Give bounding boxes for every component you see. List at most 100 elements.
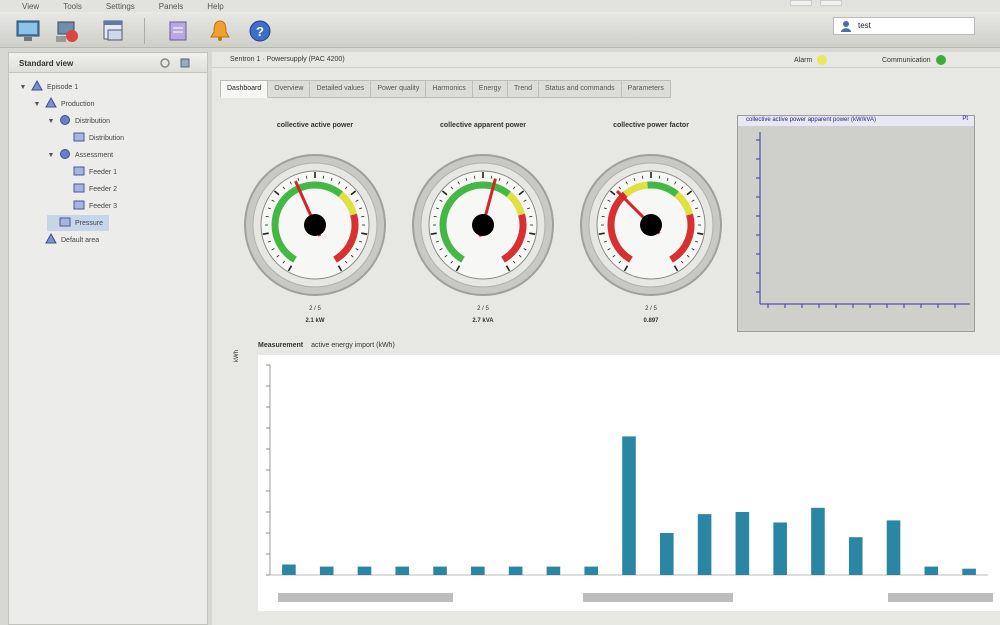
bar-18: [924, 566, 939, 575]
expander-icon[interactable]: ▼: [19, 84, 27, 91]
bar-1: [282, 564, 296, 575]
bar-4: [395, 566, 410, 575]
pc-icon[interactable]: [54, 18, 82, 44]
alarm-bell-icon[interactable]: [206, 18, 234, 44]
timeline-segment: [278, 593, 453, 602]
user-field[interactable]: test: [833, 17, 975, 35]
tab-detailed-values[interactable]: Detailed values: [310, 80, 372, 98]
tab-dashboard[interactable]: Dashboard: [220, 80, 269, 98]
window-icon[interactable]: [100, 18, 128, 44]
tab-trend[interactable]: Trend: [507, 80, 540, 98]
expander-icon[interactable]: ▼: [47, 152, 55, 159]
user-name: test: [858, 21, 871, 30]
monitor-icon[interactable]: [14, 18, 42, 44]
timeline-segment: [888, 593, 993, 602]
sidebar-title: Standard view: [19, 59, 74, 68]
tab-harmonics[interactable]: Harmonics: [426, 80, 473, 98]
bar-11: [659, 533, 674, 575]
site-icon: [45, 96, 57, 111]
window-minimize-button[interactable]: [790, 0, 812, 6]
tree-item[interactable]: ▼ Assessment: [47, 147, 113, 163]
sync-icon[interactable]: [159, 57, 171, 69]
site-icon: [31, 79, 43, 94]
tree-item-label: Episode 1: [47, 83, 79, 91]
device-icon: [73, 182, 85, 196]
site-icon: [45, 232, 57, 247]
gauge-range: 2 / 5: [645, 306, 657, 312]
bar-chart-ylabel: kWh: [234, 350, 240, 362]
tree-item[interactable]: Feeder 1: [61, 164, 117, 180]
tab-parameters[interactable]: Parameters: [621, 80, 671, 98]
bar-14: [773, 522, 787, 575]
tree-item-label: Production: [61, 100, 95, 108]
tree-item[interactable]: Default area: [33, 232, 99, 248]
tree-item[interactable]: ▼ Production: [33, 96, 94, 112]
bar-19: [962, 568, 976, 575]
bar-2: [319, 566, 334, 575]
tab-energy[interactable]: Energy: [472, 80, 508, 98]
tree-settings-icon[interactable]: [179, 57, 191, 69]
tree-item-label: Feeder 3: [89, 202, 118, 210]
menu-item-tools[interactable]: Tools: [63, 2, 82, 11]
gauge-value: 2.1 kW: [305, 318, 325, 324]
alarm-indicator: [817, 55, 828, 65]
trend-chart: collective active power apparent power (…: [737, 115, 975, 332]
device-icon: [59, 216, 71, 230]
tree-item-label: Distribution: [75, 117, 111, 125]
tree-item[interactable]: Feeder 3: [61, 198, 117, 214]
main-panel: Sentron 1 · Powersupply (PAC 4200) Alarm…: [212, 52, 1000, 625]
tab-power-quality[interactable]: Power quality: [371, 80, 427, 98]
device-icon: [73, 199, 85, 213]
trend-title: collective active power apparent power (…: [738, 116, 974, 126]
menu-item-settings[interactable]: Settings: [106, 2, 135, 11]
bar-chart-subtitle: active energy import (kWh): [311, 342, 395, 349]
bar-chart-header: Measurement active energy import (kWh): [258, 342, 395, 349]
toolbar: ? test: [0, 12, 1000, 48]
tree-item-label: Feeder 1: [89, 168, 118, 176]
gauge-title: collective apparent power: [440, 122, 526, 129]
report-icon[interactable]: [164, 18, 192, 44]
help-icon[interactable]: ?: [246, 18, 274, 44]
bar-9: [584, 566, 599, 575]
trend-legend: Pt: [962, 116, 968, 122]
tree-item-label: Pressure: [75, 219, 104, 227]
toolbar-separator: [144, 18, 145, 44]
tab-status-and-commands[interactable]: Status and commands: [539, 80, 622, 98]
tree-item[interactable]: Feeder 2: [61, 181, 117, 197]
window-close-button[interactable]: [820, 0, 842, 6]
tab-overview[interactable]: Overview: [268, 80, 311, 98]
bar-17: [886, 520, 901, 575]
tab-bar: Dashboard Overview Detailed values Power qu…: [220, 80, 671, 98]
user-icon: [841, 21, 851, 32]
tree-item-label: Default area: [61, 236, 100, 244]
tree-item[interactable]: ▼ Episode 1: [19, 79, 78, 95]
expander-icon[interactable]: ▼: [33, 101, 41, 108]
gauge-title: collective active power: [276, 122, 354, 129]
tree-item[interactable]: ▼ Distribution: [47, 113, 110, 129]
menu-item-panels[interactable]: Panels: [159, 2, 183, 11]
bar-6: [471, 566, 485, 575]
tree-item[interactable]: Distribution: [61, 130, 124, 146]
tree-item-label: Feeder 2: [89, 185, 118, 193]
gauge-title: collective power factor: [613, 122, 689, 129]
tree-item-label: Distribution: [89, 134, 125, 142]
bar-chart-plot: [266, 364, 993, 602]
bar-5: [433, 566, 447, 575]
alarm-status: Alarm: [794, 55, 828, 65]
expander-icon[interactable]: ▼: [47, 118, 55, 125]
group-icon: [59, 148, 71, 162]
device-title-bar: Sentron 1 · Powersupply (PAC 4200) Alarm…: [212, 52, 1000, 68]
bar-10: [622, 436, 636, 575]
communication-indicator: [935, 55, 946, 65]
bar-15: [811, 507, 825, 575]
gauge-dial: [408, 150, 558, 300]
gauge-dial: [576, 150, 726, 300]
menu-item-view[interactable]: View: [22, 2, 39, 11]
menu-item-help[interactable]: Help: [207, 2, 223, 11]
trend-plot: [756, 132, 970, 308]
tree-item[interactable]: Pressure: [47, 215, 110, 231]
gauge-value: 2.7 kVA: [472, 318, 494, 324]
bar-8: [546, 566, 561, 575]
timeline-segment: [583, 593, 733, 602]
group-icon: [59, 114, 71, 128]
